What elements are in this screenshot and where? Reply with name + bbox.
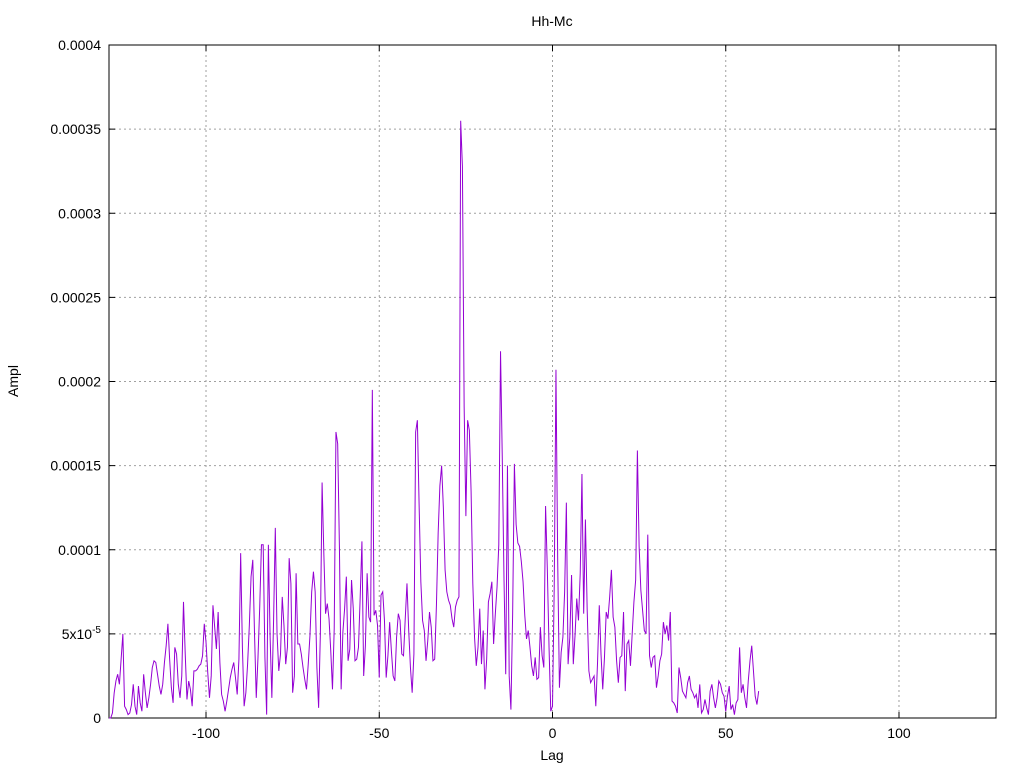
y-tick-label: 5x10-5 <box>62 625 102 642</box>
axis-ticks: -100 -50 0 50 100 0 5x10-5 0.0001 0.00015 0.0002 0… <box>50 37 996 741</box>
chart-title: Hh-Mc <box>531 13 572 29</box>
x-tick-label: -50 <box>369 725 389 741</box>
y-tick-label: 0.00015 <box>50 458 101 474</box>
y-axis-label: Ampl <box>5 365 21 397</box>
y-tick-label: 0.0004 <box>58 37 101 53</box>
x-tick-label: -100 <box>192 725 220 741</box>
x-tick-label: 100 <box>887 725 911 741</box>
y-tick-label: 0.0002 <box>58 374 101 390</box>
chart: -100 -50 0 50 100 0 5x10-5 0.0001 0.00015 0.0002 0… <box>5 13 997 763</box>
x-tick-label: 0 <box>549 725 557 741</box>
x-axis-label: Lag <box>540 747 563 763</box>
y-tick-label: 0.0003 <box>58 205 101 221</box>
y-tick-label: 0.00025 <box>50 289 101 305</box>
y-tick-label: 0.00035 <box>50 121 101 137</box>
y-tick-label: 0 <box>93 710 101 726</box>
x-tick-label: 50 <box>718 725 734 741</box>
y-tick-label: 0.0001 <box>58 542 101 558</box>
